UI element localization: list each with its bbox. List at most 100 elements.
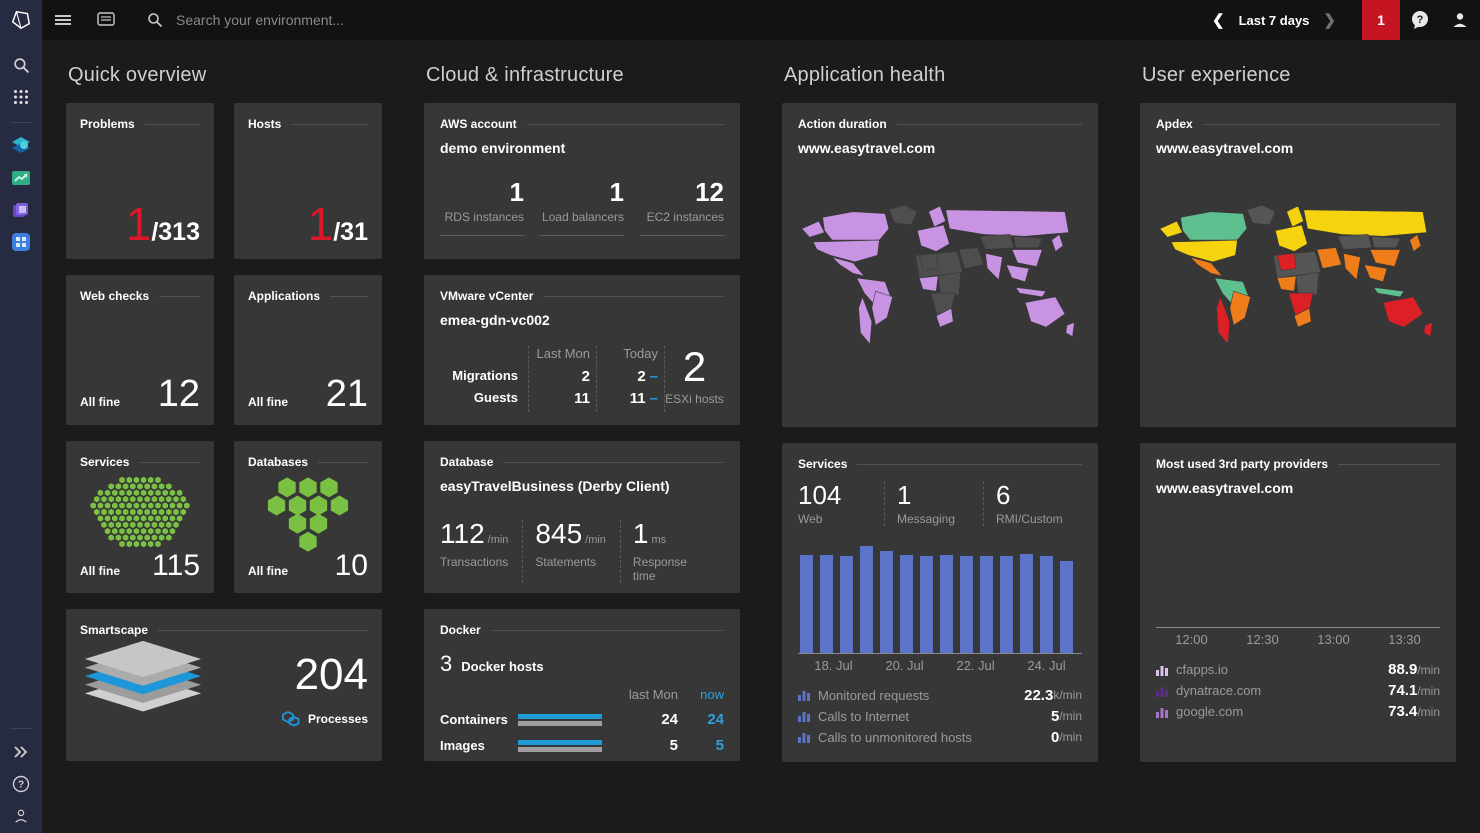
tile-title: Action duration [798, 117, 887, 131]
status-label: All fine [80, 564, 121, 578]
dashboards-icon[interactable] [84, 0, 128, 40]
column-title: Application health [784, 64, 946, 86]
tile-hosts[interactable]: Hosts 1 /31 [234, 103, 382, 259]
map-region-se_asia [1005, 264, 1030, 283]
tile-problems[interactable]: Problems 1 /313 [66, 103, 214, 259]
aws-stat-rds: 1 RDS instances [440, 178, 524, 237]
metric-monitored-requests[interactable]: Monitored requests 22.3 k/min [798, 685, 1082, 706]
map-region-china [1011, 249, 1043, 267]
tile-web-checks[interactable]: Web checks All fine 12 [66, 275, 214, 425]
services-count: 115 [152, 549, 200, 582]
sidebar-help-icon[interactable]: ? [0, 769, 42, 799]
sidebar-analysis-icon[interactable] [0, 163, 42, 193]
docker-table: last Mon now Containers 24 24 Images 5 5 [440, 687, 724, 754]
sidebar-hosts-icon[interactable] [0, 227, 42, 257]
applications-count: 21 [325, 373, 368, 415]
tile-services[interactable]: Services All fine 115 [66, 441, 214, 593]
tile-smartscape[interactable]: Smartscape 204 Processes [66, 609, 382, 761]
map-region-indonesia [1373, 287, 1405, 298]
hosts-total-count: /31 [333, 218, 368, 246]
problems-total-count: /313 [151, 218, 200, 246]
map-region-africa_e [937, 271, 962, 296]
map-region-nz [1423, 322, 1433, 338]
tile-apdex[interactable]: Apdex www.easytravel.com [1140, 103, 1456, 427]
mini-bars-icon [798, 712, 810, 723]
map-region-sa_south [858, 296, 873, 345]
tile-title: Databases [248, 455, 309, 469]
problems-badge[interactable]: 1 [1362, 0, 1400, 40]
status-label: All fine [248, 564, 289, 578]
metric-cfapps[interactable]: cfapps.io 88.9/min [1156, 659, 1440, 680]
timeframe-prev-icon[interactable]: ❮ [1198, 11, 1239, 29]
map-region-usa [812, 239, 880, 263]
apdex-world-map [1159, 204, 1433, 345]
map-region-india [1343, 252, 1361, 281]
tile-title: Docker [440, 623, 481, 637]
timeframe-label[interactable]: Last 7 days [1239, 13, 1310, 28]
tile-aws-account[interactable]: AWS account demo environment 1 RDS insta… [424, 103, 740, 259]
sidebar-technologies-icon[interactable] [0, 195, 42, 225]
sidebar-smartscape-icon[interactable] [0, 131, 42, 161]
tile-databases[interactable]: Databases All fine 10 [234, 441, 382, 593]
tile-title: Applications [248, 289, 321, 303]
services-stat-messaging: 1 Messaging [884, 481, 983, 526]
map-region-se_asia [1363, 264, 1388, 283]
tile-action-duration[interactable]: Action duration www.easytravel.com [782, 103, 1098, 427]
status-label: All fine [80, 395, 121, 409]
map-region-alaska [801, 220, 825, 238]
tile-database[interactable]: Database easyTravelBusiness (Derby Clien… [424, 441, 740, 593]
aws-environment-name: demo environment [440, 140, 566, 156]
help-icon[interactable]: ? [1400, 0, 1440, 40]
tile-docker[interactable]: Docker 3 Docker hosts last Mon now Conta… [424, 609, 740, 761]
metric-dynatrace[interactable]: dynatrace.com 74.1/min [1156, 680, 1440, 701]
chart-x-axis: 12:00 12:30 13:00 13:30 [1175, 632, 1421, 647]
tile-title: VMware vCenter [440, 289, 534, 303]
chart-x-axis: 18. Jul 20. Jul 22. Jul 24. Jul [814, 657, 1066, 673]
map-region-usa [1170, 239, 1238, 263]
map-region-greenland [888, 204, 918, 226]
svg-text:?: ? [18, 780, 24, 791]
metric-calls-internet[interactable]: Calls to Internet 5/min [798, 706, 1082, 727]
docker-hosts-count: 3 [440, 651, 453, 676]
sidebar-expand-icon[interactable] [0, 737, 42, 767]
tile-title: Web checks [80, 289, 150, 303]
column-cloud-infrastructure: Cloud & infrastructure AWS account demo … [424, 56, 740, 777]
tile-vmware-vcenter[interactable]: VMware vCenter emea-gdn-vc002 Migrations… [424, 275, 740, 425]
search-input[interactable] [176, 12, 496, 28]
tile-applications[interactable]: Applications All fine 21 [234, 275, 382, 425]
db-stat-statements: 845/min Statements [522, 520, 620, 583]
tile-3rd-party-providers[interactable]: Most used 3rd party providers www.easytr… [1140, 443, 1456, 762]
action-duration-world-map [801, 204, 1075, 345]
map-region-alaska [1159, 220, 1183, 238]
sidebar-search-icon[interactable] [0, 50, 42, 80]
map-region-europe_n [928, 205, 947, 228]
application-name: www.easytravel.com [798, 140, 936, 156]
sidebar-user-icon[interactable] [0, 801, 42, 831]
timeframe-next-icon[interactable]: ❯ [1309, 11, 1350, 29]
hosts-problem-count: 1 [307, 198, 334, 250]
map-region-africa_w [918, 275, 939, 292]
map-region-india [985, 252, 1003, 281]
metric-google[interactable]: google.com 73.4/min [1156, 701, 1440, 722]
dynatrace-logo[interactable] [0, 0, 42, 40]
metric-calls-unmonitored[interactable]: Calls to unmonitored hosts 0/min [798, 727, 1082, 748]
sidebar-apps-grid-icon[interactable] [0, 82, 42, 112]
tile-title: Apdex [1156, 117, 1193, 131]
processes-count: 204 [294, 650, 368, 699]
search-icon[interactable] [134, 0, 176, 40]
left-sidebar: ? [0, 40, 42, 833]
databases-hex-cluster [248, 475, 368, 555]
aws-stat-ec2: 12 EC2 instances [640, 178, 724, 237]
map-region-russia [1303, 209, 1428, 237]
map-region-brazil [871, 290, 894, 326]
processes-icon [282, 711, 300, 727]
requests-bar-chart [798, 545, 1082, 654]
menu-icon[interactable] [42, 0, 84, 40]
map-region-nz [1065, 322, 1075, 338]
map-region-mongolia [1371, 235, 1401, 248]
tile-services-health[interactable]: Services 104 Web 1 Messaging 6 RMI/Custo… [782, 443, 1098, 762]
docker-containers-bars [518, 713, 602, 726]
map-region-japan [1409, 233, 1422, 252]
docker-hosts-label: Docker hosts [461, 659, 544, 674]
user-icon[interactable] [1440, 0, 1480, 40]
